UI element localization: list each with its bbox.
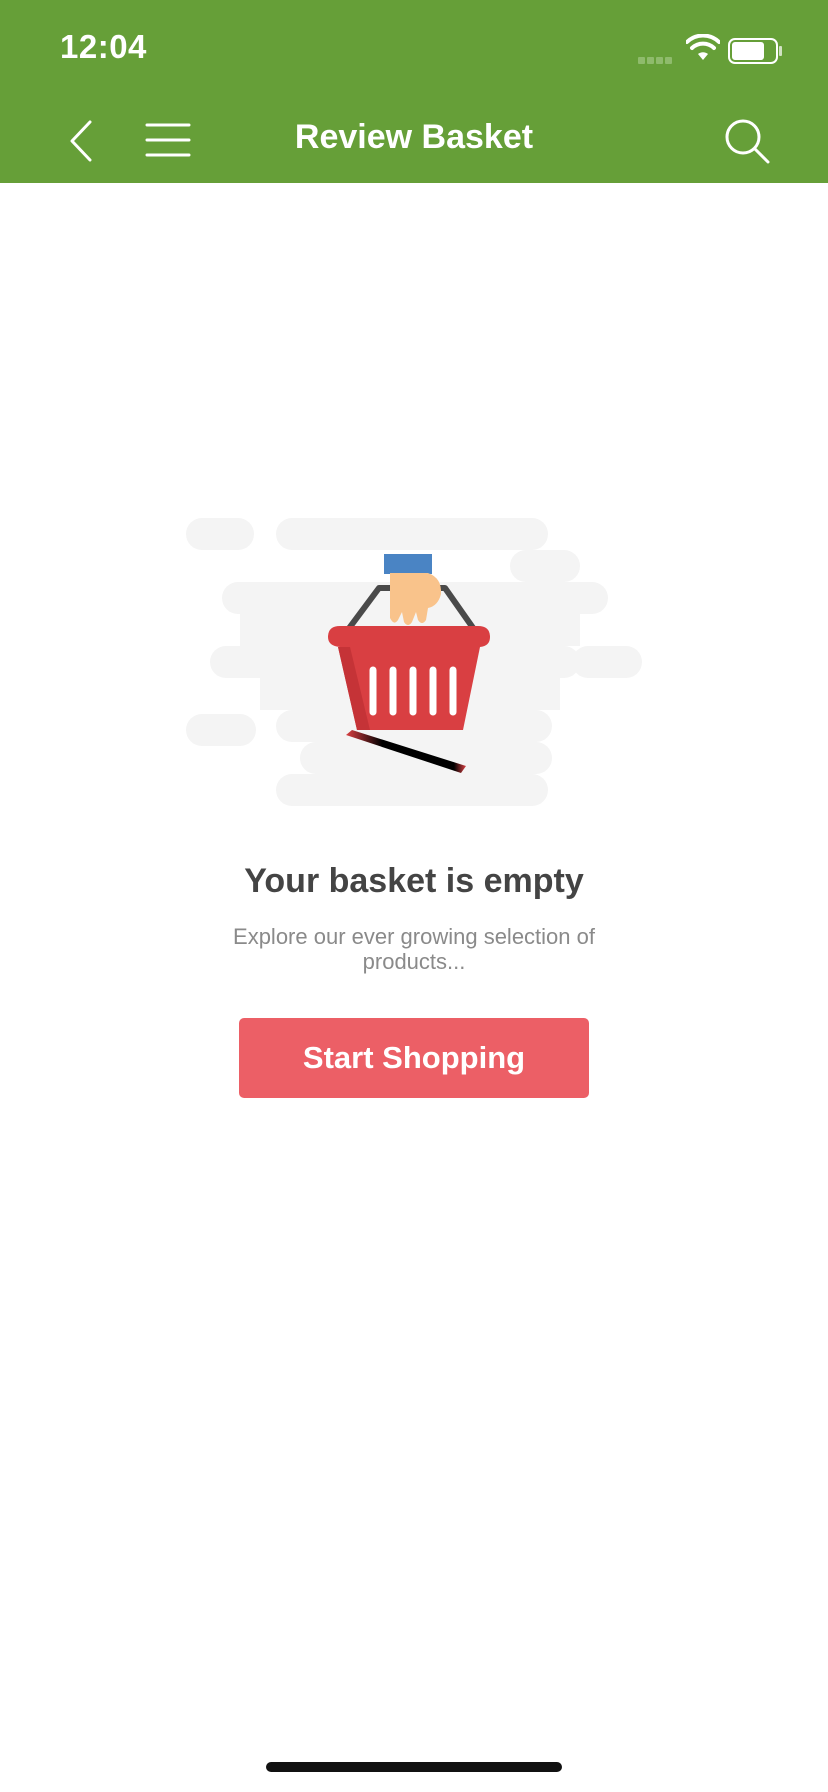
wifi-icon <box>686 34 720 60</box>
empty-state-title: Your basket is empty <box>244 862 584 900</box>
search-icon[interactable] <box>722 116 772 166</box>
hand-holding-basket-icon <box>186 518 642 806</box>
status-icons <box>638 34 798 64</box>
page-title: Review Basket <box>294 118 534 156</box>
status-time: 12:04 <box>60 28 147 65</box>
app-header: 12:04 Review Basket <box>0 0 828 183</box>
home-indicator[interactable] <box>266 1762 562 1772</box>
start-shopping-button[interactable]: Start Shopping <box>239 1018 589 1098</box>
empty-state-subtitle: Explore our ever growing selection of pr… <box>233 924 595 974</box>
signal-icon <box>638 51 678 64</box>
battery-icon <box>728 38 782 64</box>
